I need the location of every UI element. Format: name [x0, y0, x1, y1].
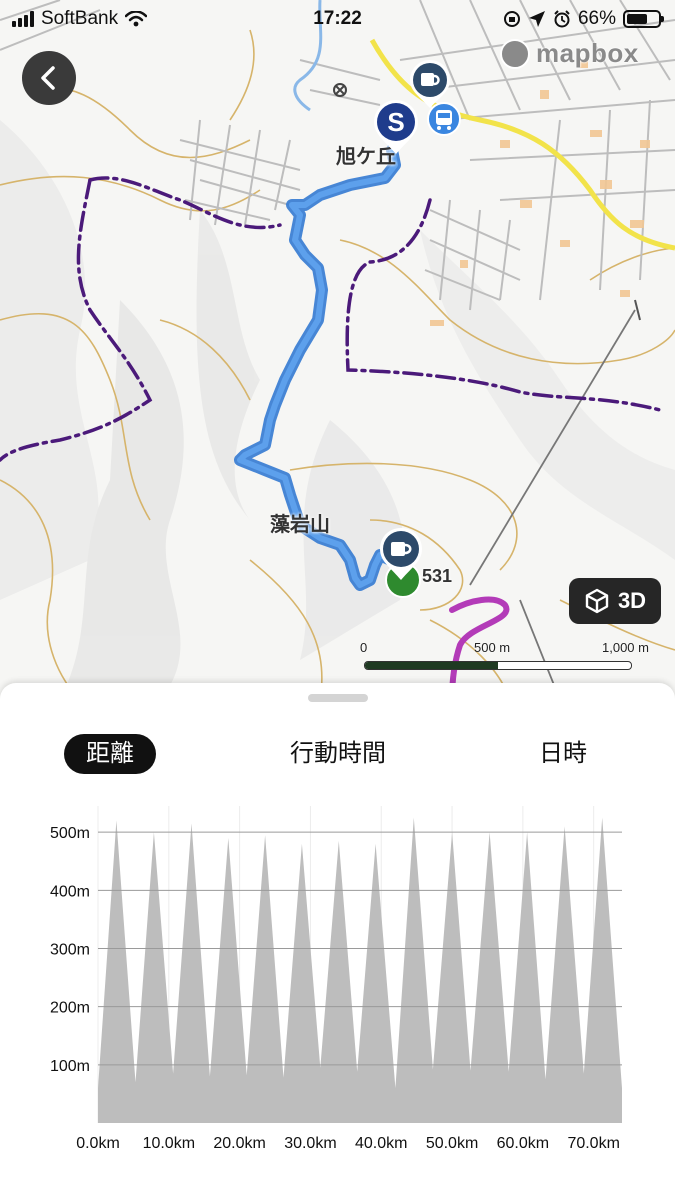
- y-tick-label: 500m: [50, 825, 90, 842]
- x-tick-label: 20.0km: [213, 1135, 265, 1152]
- mapbox-mark-icon: [500, 38, 530, 69]
- y-tick-label: 100m: [50, 1058, 90, 1075]
- scale-start-label: 0: [360, 640, 368, 655]
- summit-cafe-pin-icon[interactable]: [378, 526, 424, 582]
- tab-moving-time[interactable]: 行動時間: [278, 734, 398, 774]
- scale-bar: 0 500 m 1,000 m: [360, 640, 660, 670]
- x-tick-label: 0.0km: [76, 1135, 120, 1152]
- y-tick-label: 300m: [50, 942, 90, 959]
- battery-icon: [623, 10, 664, 28]
- scale-mid-label: 500 m: [474, 640, 511, 655]
- alarm-icon: [554, 10, 570, 28]
- x-tick-label: 70.0km: [567, 1135, 619, 1152]
- 3d-button-label: 3D: [617, 588, 647, 613]
- back-button[interactable]: [22, 51, 76, 105]
- status-bar: SoftBank 17:22 66%: [0, 0, 675, 38]
- orientation-lock-icon: [503, 11, 520, 27]
- elevation-chart[interactable]: 100m 200m 300m 400m 500m 0.0km 10.0km 20.0km 30…: [0, 806, 675, 1166]
- y-tick-label: 200m: [50, 1000, 90, 1017]
- peak-elevation-label: 531: [422, 566, 453, 586]
- mapbox-logo: mapbox: [500, 38, 639, 69]
- elevation-area: [98, 817, 622, 1123]
- x-tick-label: 50.0km: [426, 1135, 478, 1152]
- scale-bar-graphic: [364, 661, 632, 670]
- scale-end-label: 1,000 m: [602, 640, 649, 655]
- tab-distance[interactable]: 距離: [64, 734, 156, 774]
- tab-datetime[interactable]: 日時: [528, 734, 598, 774]
- x-tick-label: 60.0km: [497, 1135, 549, 1152]
- mapbox-attribution: mapbox: [536, 38, 639, 68]
- svg-text:S: S: [387, 107, 404, 137]
- x-tick-label: 40.0km: [355, 1135, 407, 1152]
- elevation-sheet: 距離 行動時間 日時 100m 200m 300m 400m 500m 0.0km 10.…: [0, 683, 675, 1200]
- battery-percent: 66%: [577, 8, 616, 29]
- map-view[interactable]: 旭ケ丘 藻岩山 531 S mapbox 3D 0 500 m 1,000 m: [0, 0, 675, 700]
- location-arrow-icon: [528, 11, 545, 27]
- 3d-toggle-button[interactable]: 3D: [569, 578, 661, 624]
- bus-stop-icon[interactable]: [427, 102, 461, 136]
- cube-icon: [585, 588, 609, 614]
- mountain-label: 藻岩山: [270, 514, 330, 536]
- chevron-left-icon: [41, 66, 55, 90]
- y-tick-label: 400m: [50, 883, 90, 900]
- x-axis-mode-tabs: 距離 行動時間 日時: [0, 734, 675, 774]
- x-tick-label: 10.0km: [143, 1135, 195, 1152]
- x-tick-label: 30.0km: [284, 1135, 336, 1152]
- sheet-grabber-handle[interactable]: [308, 694, 368, 702]
